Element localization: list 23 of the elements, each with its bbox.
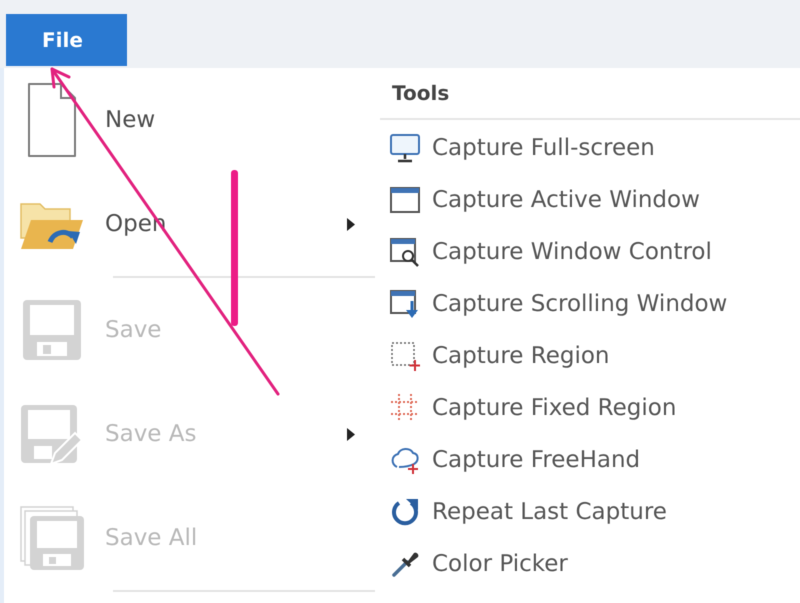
stacked-floppy-disks-icon [20,506,84,570]
menu-item[interactable]: New [4,68,380,172]
menu-item[interactable]: Color Picker [380,538,800,590]
section-heading: Tools [392,81,450,105]
dotted-grid-icon [390,393,420,423]
file-tab[interactable]: File [6,14,127,66]
menu-item[interactable]: Capture Region [380,330,800,382]
window-magnifier-icon [390,237,420,267]
window-down-arrow-icon [390,289,420,319]
document-icon [28,83,76,157]
menu-item[interactable]: Capture Scrolling Window [380,278,800,330]
menu-item[interactable]: Capture Fixed Region [380,382,800,434]
dashed-selection-icon [390,341,420,371]
repeat-icon [390,497,420,527]
window-icon [390,185,420,215]
monitor-icon [390,133,420,163]
menu-item[interactable]: Capture Full-screen [380,122,800,174]
menu-item[interactable]: Capture Window Control [380,226,800,278]
menu-item[interactable]: Capture Active Window [380,174,800,226]
floppy-disk-pencil-icon [21,403,83,465]
menu-item[interactable]: Repeat Last Capture [380,486,800,538]
cloud-plus-icon [390,445,420,475]
menu-item[interactable]: Capture FreeHand [380,434,800,486]
